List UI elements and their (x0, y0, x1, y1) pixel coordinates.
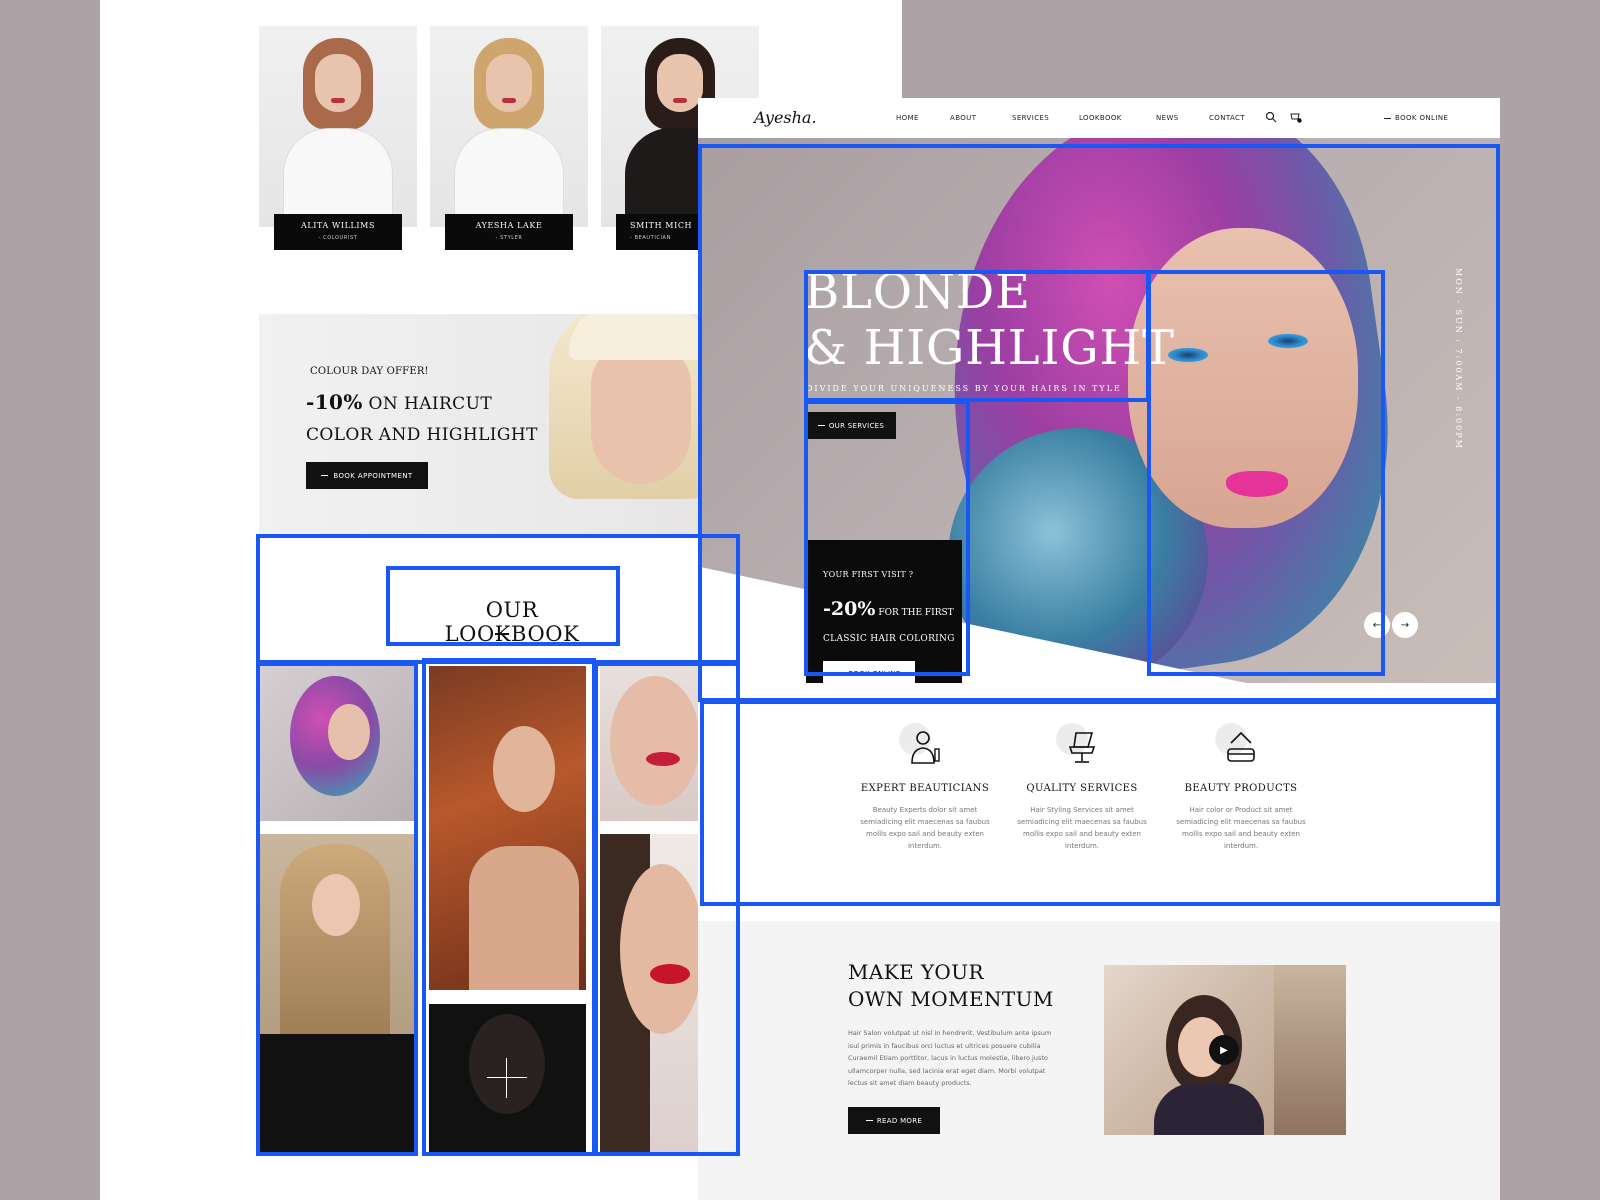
our-services-button[interactable]: OUR SERVICES (806, 412, 896, 439)
dash-icon (817, 425, 825, 426)
stylist-role: - BEAUTICIAN (630, 235, 671, 241)
salon-chair-icon (1068, 732, 1096, 763)
first-visit-discount-rest: FOR THE FIRST (878, 608, 954, 618)
first-visit-offer-card: YOUR FIRST VISIT ? -20% FOR THE FIRST CLA… (806, 540, 962, 683)
arrow-right-icon[interactable]: → (1392, 612, 1418, 638)
book-appointment-button[interactable]: BOOK APPOINTMENT (306, 462, 428, 489)
nav-home[interactable]: HOME (896, 114, 919, 122)
stylist-photo-2 (430, 26, 588, 227)
offer-headline-rest: ON HAIRCUT (362, 394, 493, 414)
feature-description: Hair Styling Services sit amet semiadici… (1017, 806, 1147, 850)
stylist-card-3[interactable]: SMITH MICH - BEAUTICIAN (616, 214, 702, 250)
front-page-preview: Ayesha. HOME ABOUT SERVICES LOOKBOOK NEW… (698, 98, 1500, 1200)
nav-lookbook[interactable]: LOOKBOOK (1079, 114, 1122, 122)
hero-model-eye (1268, 334, 1308, 348)
stylist-card-2[interactable]: AYESHA LAKE - STYLER (445, 214, 573, 250)
nav-book-online-label: BOOK ONLINE (1395, 114, 1449, 122)
cart-icon[interactable] (1290, 111, 1302, 123)
play-icon[interactable]: ▶ (1209, 1035, 1239, 1065)
stylist-card-1[interactable]: ALITA WILLIMS - COLOURIST (274, 214, 402, 250)
momentum-title: MAKE YOUR OWN MOMENTUM (848, 959, 1054, 1013)
dash-icon (837, 673, 845, 675)
stylist-name: ALITA WILLIMS (300, 221, 376, 230)
lookbook-title: OUR LOOKBOOK (444, 598, 580, 646)
nav-news[interactable]: NEWS (1156, 114, 1179, 122)
cosmetics-icon (1227, 731, 1255, 762)
feature-description: Hair color or Product sit amet semiadici… (1176, 806, 1306, 850)
dash-icon (865, 1120, 873, 1121)
arrow-left-icon[interactable]: ← (1364, 612, 1390, 638)
salon-video-thumbnail[interactable]: ▶ (1104, 965, 1346, 1135)
feature-title: QUALITY SERVICES (1026, 783, 1138, 794)
logo[interactable]: Ayesha. (754, 108, 817, 127)
offer-headline: -10% ON HAIRCUT (306, 390, 492, 414)
search-icon[interactable] (1265, 111, 1277, 123)
first-visit-discount: -20% (823, 598, 876, 620)
lookbook-photo-3[interactable] (429, 666, 586, 990)
lookbook-photo-4[interactable] (429, 1004, 586, 1152)
nav-services[interactable]: SERVICES (1012, 114, 1049, 122)
hero-slider: BLONDE & HIGHLIGHT DIVIDE YOUR UNIQUENES… (698, 138, 1500, 683)
feature-beauty-products: BEAUTY PRODUCTS Hair color or Product si… (1171, 723, 1311, 852)
lookbook-photo-2[interactable] (260, 834, 415, 1152)
stylist-photo-1 (259, 26, 417, 227)
feature-expert-beauticians: EXPERT BEAUTICIANS Beauty Experts dolor … (855, 723, 995, 852)
book-online-button[interactable]: BOOK ONLINE (823, 661, 915, 683)
momentum-text: Hair Salon volutpat ut nisl in hendrerit… (848, 1029, 1052, 1087)
offer-label: COLOUR DAY OFFER! (310, 366, 429, 377)
hero-title-line-2: & HIGHLIGHT (804, 320, 1175, 376)
book-online-label: BOOK ONLINE (848, 670, 901, 678)
offer-discount: -10% (306, 390, 363, 414)
book-appointment-label: BOOK APPOINTMENT (333, 471, 413, 480)
opening-hours: MON - SUN : 7:00AM - 8:00PM (1454, 268, 1463, 450)
stylist-name: SMITH MICH (630, 221, 693, 230)
hero-title: BLONDE & HIGHLIGHT (804, 264, 1175, 376)
feature-quality-services: QUALITY SERVICES Hair Styling Services s… (1012, 723, 1152, 852)
first-visit-question: YOUR FIRST VISIT ? (823, 570, 914, 579)
nav-book-online-button[interactable]: BOOK ONLINE (1384, 114, 1448, 122)
momentum-title-line-2: OWN MOMENTUM (848, 987, 1054, 1011)
feature-title: BEAUTY PRODUCTS (1184, 783, 1298, 794)
lookbook-photo-5[interactable] (600, 666, 702, 821)
our-services-label: OUR SERVICES (828, 421, 885, 430)
momentum-section: MAKE YOUR OWN MOMENTUM Hair Salon volutp… (698, 921, 1500, 1200)
lookbook-photo-6[interactable] (600, 834, 702, 1152)
title-divider (495, 633, 509, 635)
first-visit-discount-line: -20% FOR THE FIRST (823, 598, 954, 620)
feature-title: EXPERT BEAUTICIANS (860, 783, 990, 794)
dash-icon (1384, 117, 1391, 119)
hero-subtitle: DIVIDE YOUR UNIQUENESS BY YOUR HAIRS IN … (806, 384, 1122, 393)
navbar: Ayesha. HOME ABOUT SERVICES LOOKBOOK NEW… (698, 98, 1500, 138)
plus-icon[interactable] (487, 1058, 527, 1098)
beautician-icon (911, 731, 940, 764)
nav-contact[interactable]: CONTACT (1209, 114, 1245, 122)
read-more-button[interactable]: READ MORE (848, 1107, 940, 1134)
momentum-title-line-1: MAKE YOUR (848, 960, 984, 984)
nav-about[interactable]: ABOUT (950, 114, 976, 122)
features-section: EXPERT BEAUTICIANS Beauty Experts dolor … (698, 683, 1500, 903)
hero-title-line-1: BLONDE (804, 264, 1031, 320)
stylist-role: - STYLER (495, 235, 523, 241)
stylist-role: - COLOURIST (318, 235, 358, 241)
dash-icon (321, 475, 329, 476)
hero-model-lips (1226, 471, 1288, 497)
first-visit-service: CLASSIC HAIR COLORING (823, 634, 955, 644)
read-more-label: READ MORE (876, 1116, 923, 1125)
feature-description: Beauty Experts dolor sit amet semiadicin… (860, 806, 990, 850)
offer-subline: COLOR AND HIGHLIGHT (306, 425, 538, 445)
offer-model-photo (549, 314, 719, 504)
lookbook-photo-1[interactable] (260, 666, 415, 821)
stylist-name: AYESHA LAKE (475, 221, 543, 230)
